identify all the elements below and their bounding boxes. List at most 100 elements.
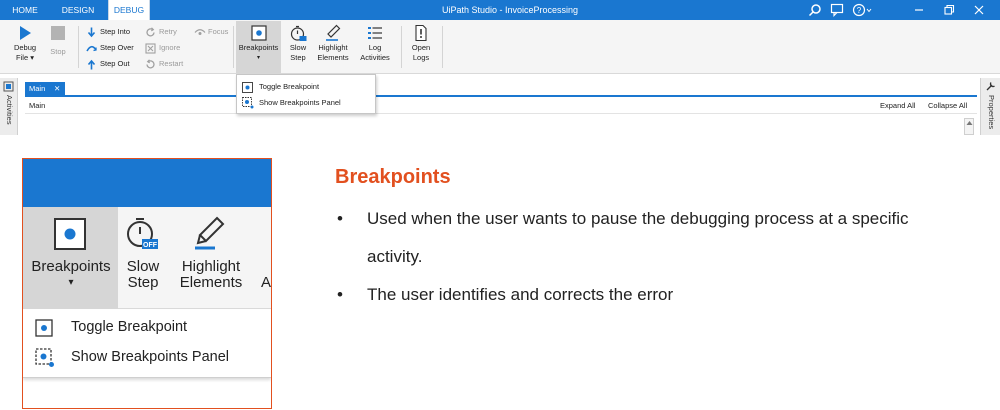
bullet-text: The user identifies and corrects the err… [367,285,674,304]
activities-panel-label: Activities [5,95,14,125]
tab-home[interactable]: HOME [6,0,44,20]
stop-icon [51,26,65,40]
play-icon [20,26,31,40]
breakpoints-dropdown-menu: Toggle Breakpoint Show Breakpoints Panel [236,74,376,114]
zoom-chevron-down-icon: ▾ [68,277,74,288]
ribbon-separator [233,26,234,68]
ribbon-separator [442,26,443,68]
minimize-icon[interactable] [912,3,926,17]
zoom-breakpoints-panel-icon [35,348,54,367]
help-icon[interactable]: ? [852,3,872,17]
activities-icon [3,81,14,92]
zoom-title-bar [23,159,271,207]
zoomed-breakpoints-panel: Breakpoints ▾ OFF Slow Step Highlight El… [22,158,272,409]
svg-text:?: ? [857,6,862,15]
tab-underline [25,95,977,97]
zoom-ribbon: Breakpoints ▾ OFF Slow Step Highlight El… [23,207,271,309]
zoom-highlight-label-line2[interactable]: Elements [171,275,251,291]
title-bar: HOME DESIGN DEBUG UiPath Studio - Invoic… [0,0,1000,20]
chevron-down-icon: ▾ [256,55,260,61]
properties-panel-dock[interactable]: Properties [980,78,1000,135]
log-activities-button[interactable]: Log Activities [355,24,395,72]
zoom-breakpoint-icon [54,218,86,250]
step-over-label: Step Over [100,43,134,52]
studio-screenshot: HOME DESIGN DEBUG UiPath Studio - Invoic… [0,0,1000,135]
step-into-icon [87,27,96,38]
step-into-button[interactable]: Step Into [86,25,130,39]
close-icon[interactable] [972,3,986,17]
focus-icon [194,29,206,35]
ribbon-separator [78,26,79,68]
restart-button[interactable]: Restart [145,57,183,71]
highlight-pen-icon [326,24,341,41]
zoom-breakpoints-menu: Toggle Breakpoint Show Breakpoints Panel [23,310,271,378]
designer-header: Main Expand All Collapse All [25,98,977,114]
log-label-line2: Activities [360,53,390,62]
show-breakpoints-panel-menu-item[interactable]: Show Breakpoints Panel [259,97,341,109]
zoom-slow-label-line1[interactable]: Slow [120,259,166,275]
bullet-item: • The user identifies and corrects the e… [335,276,955,314]
tab-design[interactable]: DESIGN [56,0,100,20]
bullet-dot: • [337,285,343,304]
tab-main[interactable]: Main ✕ [25,82,65,95]
retry-button[interactable]: Retry [145,25,177,39]
vertical-scrollbar[interactable] [964,118,974,135]
bullet-item: • Used when the user wants to pause the … [335,200,955,276]
close-tab-icon[interactable]: ✕ [54,82,60,95]
zoom-toggle-breakpoint-icon [35,319,53,337]
ignore-label: Ignore [159,43,181,52]
stop-label: Stop [50,47,66,56]
designer-canvas[interactable] [25,115,977,135]
breakpoint-icon [250,25,267,41]
section-heading: Breakpoints [335,166,451,188]
bullet-dot: • [337,209,343,228]
zoom-partial-label: A [260,274,271,291]
log-list-icon [368,27,382,39]
app-title: UiPath Studio - InvoiceProcessing [441,5,579,15]
highlight-label-line1: Highlight [318,43,348,52]
bullet-list: • Used when the user wants to pause the … [335,200,955,314]
off-badge: OFF [143,242,158,249]
scroll-up-icon[interactable] [966,120,973,126]
step-into-label: Step Into [100,27,131,36]
activities-panel-dock[interactable]: Activities [0,78,18,135]
breadcrumb[interactable]: Main [29,98,45,114]
step-out-icon [87,59,96,70]
properties-panel-label: Properties [987,95,996,130]
zoom-stopwatch-icon: OFF [127,218,158,249]
breakpoints-panel-icon [242,97,254,109]
restart-label: Restart [159,59,184,68]
debug-sub-label: File ▾ [16,53,34,62]
feedback-icon[interactable] [830,3,844,17]
debug-file-button[interactable]: Debug File ▾ [8,24,42,72]
expand-all-button[interactable]: Expand All [880,98,915,114]
slow-step-button[interactable]: Slow Step [285,24,311,72]
search-icon[interactable] [808,3,822,17]
toggle-breakpoint-menu-item[interactable]: Toggle Breakpoint [259,81,319,93]
zoom-toggle-breakpoint-item[interactable]: Toggle Breakpoint [71,319,187,335]
zoom-highlight-label-line1[interactable]: Highlight [171,259,251,275]
zoom-breakpoints-label[interactable]: Breakpoints [25,259,117,275]
open-logs-button[interactable]: Open Logs [406,24,436,72]
highlight-label-line2: Elements [317,53,349,62]
tab-main-label: Main [29,84,46,93]
wrench-icon [986,82,995,91]
step-over-button[interactable]: Step Over [86,41,134,55]
restore-icon[interactable] [942,3,956,17]
ignore-button[interactable]: Ignore [145,41,180,55]
open-logs-label-line1: Open [411,43,431,52]
breakpoints-button[interactable]: Breakpoints ▾ [236,24,281,72]
retry-label: Retry [159,27,177,36]
tab-debug[interactable]: DEBUG [108,0,150,20]
collapse-all-button[interactable]: Collapse All [928,98,967,114]
open-logs-label-line2: Logs [412,53,430,62]
focus-label: Focus [208,27,229,36]
highlight-elements-button[interactable]: Highlight Elements [313,24,353,72]
step-out-label: Step Out [100,59,130,68]
focus-button[interactable]: Focus [194,25,228,39]
step-out-button[interactable]: Step Out [86,57,130,71]
ribbon: Debug File ▾ Stop Step Into Step Over St… [0,20,1000,74]
zoom-show-breakpoints-panel-item[interactable]: Show Breakpoints Panel [71,349,229,365]
zoom-slow-label-line2[interactable]: Step [120,275,166,291]
stop-button[interactable]: Stop [44,24,72,72]
